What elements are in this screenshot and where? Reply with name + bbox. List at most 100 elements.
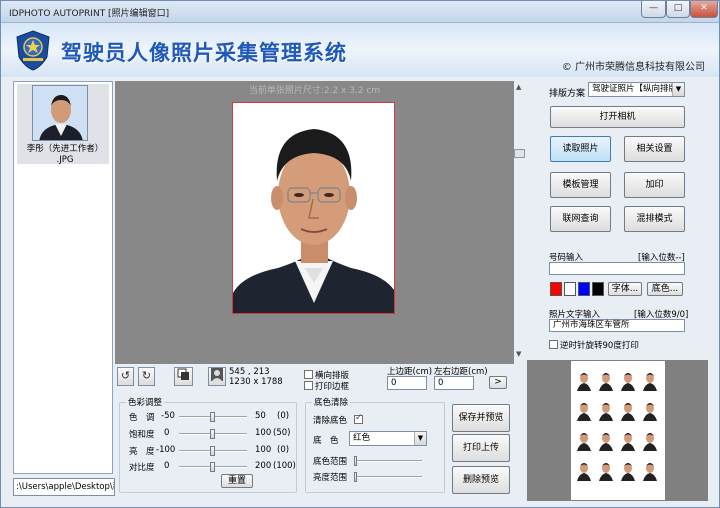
read-photo-button[interactable]: 读取照片 — [550, 136, 611, 162]
contrast-label: 对比度 — [129, 463, 155, 473]
contrast-default: (100) — [273, 461, 296, 471]
scroll-down-icon[interactable]: ▼ — [516, 350, 521, 358]
mini-photo — [577, 399, 591, 421]
app-window: IDPHOTO AUTOPRINT [照片编辑窗口] — □ ✕ 驾驶员人像照片… — [0, 0, 720, 508]
rotate-print-check[interactable] — [549, 340, 558, 349]
folder-path-field[interactable]: :\Users\apple\Desktop\新建 — [13, 478, 115, 496]
mini-photo — [621, 459, 635, 481]
file-list-panel[interactable]: 李彤（先进工作者） .JPG — [13, 81, 113, 474]
lr-margin-input[interactable]: 0 — [434, 376, 474, 390]
close-button[interactable]: ✕ — [690, 1, 718, 18]
save-preview-button[interactable]: 保存并预览 — [452, 404, 510, 432]
slider-thumb[interactable] — [210, 462, 215, 472]
layout-select[interactable]: 驾驶证照片【纵向排版 ▼ — [588, 82, 685, 97]
photo-text-input[interactable]: 广州市海珠区车管所 — [549, 319, 685, 332]
brightness-label: 亮 度 — [129, 447, 155, 457]
mini-photo — [643, 459, 657, 481]
portrait-size-icon-box — [208, 367, 226, 386]
saturation-label: 饱和度 — [129, 430, 155, 440]
crop-button[interactable] — [174, 367, 193, 386]
maximize-button[interactable]: □ — [666, 1, 690, 18]
mini-photo — [643, 429, 657, 451]
slider-thumb[interactable] — [210, 446, 215, 456]
bg-color-select[interactable]: 红色 ▼ — [349, 431, 427, 446]
file-thumbnail[interactable] — [32, 85, 88, 141]
portrait-photo-icon — [233, 103, 394, 313]
clear-bg-checkbox[interactable] — [354, 413, 363, 424]
font-button[interactable]: 字体... — [608, 282, 642, 296]
person-icon — [211, 368, 223, 381]
header-banner: 驾驶员人像照片采集管理系统 © 广州市荣腾信息科技有限公司 — [1, 23, 719, 77]
photo-preview[interactable] — [232, 102, 395, 314]
brightness-range-label: 亮度范围 — [313, 473, 348, 483]
print-sheet-preview[interactable] — [527, 360, 708, 501]
slider-thumb[interactable] — [210, 412, 215, 422]
saturation-value: 100 — [255, 428, 272, 438]
slider-thumb[interactable] — [354, 456, 357, 466]
print-border-checkbox[interactable]: 打印边框 — [304, 380, 349, 392]
file-ext: .JPG — [56, 155, 74, 165]
slider-thumb[interactable] — [210, 429, 215, 439]
landscape-check[interactable] — [304, 370, 313, 379]
mini-photo — [621, 429, 635, 451]
list-item[interactable]: 李彤（先进工作者） .JPG — [17, 84, 109, 165]
settings-button[interactable]: 相关设置 — [624, 136, 685, 162]
mini-photo — [599, 459, 613, 481]
mini-photo — [621, 399, 635, 421]
mini-photo — [599, 399, 613, 421]
template-manage-button[interactable]: 模板管理 — [550, 172, 611, 198]
image-size-info: 545 , 213 1230 x 1788 — [229, 367, 283, 387]
photo-preview-area[interactable]: 当前单张照片尺寸:2.2 x 3.2 cm — [115, 81, 514, 364]
hue-value: 50 — [255, 411, 266, 421]
mini-photo — [577, 429, 591, 451]
color-adjust-title: 色彩调整 — [126, 396, 165, 408]
image-dimensions: 1230 x 1788 — [229, 377, 283, 387]
color-swatch-white[interactable] — [564, 282, 576, 296]
color-swatch-blue[interactable] — [578, 282, 590, 296]
scroll-up-icon[interactable]: ▲ — [516, 83, 521, 91]
crop-icon — [177, 368, 189, 380]
rotate-print-checkbox[interactable]: 逆时针旋转90度打印 — [549, 339, 639, 351]
color-swatch-red[interactable] — [550, 282, 562, 296]
mini-photo — [599, 369, 613, 391]
print-sheet-paper — [571, 361, 665, 500]
preview-scrollbar[interactable]: ▲ ▼ — [514, 81, 526, 364]
delete-preview-button[interactable]: 删除预览 — [452, 466, 510, 494]
minimize-button[interactable]: — — [641, 1, 666, 18]
bg-remove-title: 底色清除 — [312, 396, 351, 408]
apply-margin-button[interactable]: > — [489, 376, 507, 389]
pixel-position: 545 , 213 — [229, 367, 270, 377]
print-upload-button[interactable]: 打印上传 — [452, 434, 510, 462]
print-border-check[interactable] — [304, 381, 313, 390]
contrast-slider[interactable] — [179, 462, 247, 472]
mini-photo — [643, 399, 657, 421]
mini-photo — [577, 459, 591, 481]
online-query-button[interactable]: 联网查询 — [550, 206, 611, 232]
brightness-slider[interactable] — [179, 446, 247, 456]
hue-slider[interactable] — [179, 412, 247, 422]
bg-range-label: 底色范围 — [313, 457, 348, 467]
chevron-down-icon: ▼ — [672, 83, 684, 96]
title-bar: IDPHOTO AUTOPRINT [照片编辑窗口] — □ ✕ — [1, 1, 719, 23]
saturation-slider[interactable] — [179, 429, 247, 439]
color-swatch-black[interactable] — [592, 282, 604, 296]
police-emblem-icon — [16, 30, 50, 71]
mini-photo — [621, 369, 635, 391]
top-margin-input[interactable]: 0 — [387, 376, 427, 390]
hue-default: (0) — [277, 411, 290, 421]
number-input[interactable] — [549, 262, 685, 275]
brightness-range-slider[interactable] — [354, 472, 422, 482]
rotate-left-button[interactable]: ↺ — [117, 367, 134, 386]
add-print-button[interactable]: 加印 — [624, 172, 685, 198]
open-camera-button[interactable]: 打开相机 — [550, 106, 685, 128]
mix-mode-button[interactable]: 混排模式 — [624, 206, 685, 232]
slider-thumb[interactable] — [354, 472, 357, 482]
reset-button[interactable]: 重置 — [221, 474, 253, 488]
mini-photo — [577, 369, 591, 391]
scroll-thumb[interactable] — [514, 149, 525, 158]
contrast-min: 0 — [164, 461, 170, 471]
portrait-thumbnail-icon — [33, 86, 87, 140]
rotate-right-button[interactable]: ↻ — [138, 367, 155, 386]
bgcolor-button[interactable]: 底色... — [647, 282, 683, 296]
bg-range-slider[interactable] — [354, 456, 422, 466]
